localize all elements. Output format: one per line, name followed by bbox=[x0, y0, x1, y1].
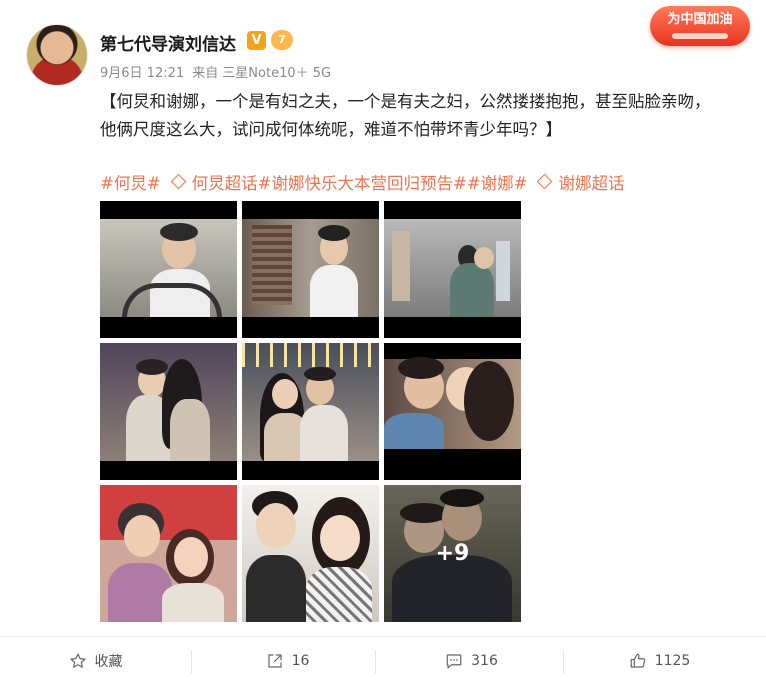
post-meta: 9月6日 12:21 来自 三星Note10＋ 5G bbox=[100, 62, 335, 81]
topic-tag[interactable]: #谢娜快乐大本营回归预告# bbox=[258, 174, 467, 193]
favorite-button[interactable]: 收藏 bbox=[0, 637, 191, 685]
topic-tag[interactable]: #何炅# bbox=[100, 174, 161, 193]
like-button[interactable]: 1125 bbox=[564, 637, 755, 685]
topic-tags: #何炅# 何炅超话#谢娜快乐大本营回归预告##谢娜# 谢娜超话 bbox=[100, 170, 636, 194]
promo-label: 为中国加油 bbox=[667, 12, 733, 27]
image-grid: +9 bbox=[100, 201, 522, 623]
post-text: 【何炅和谢娜，一个是有妇之夫，一个是有夫之妇，公然搂搂抱抱，甚至贴脸亲吻，他俩尺… bbox=[100, 92, 711, 139]
favorite-label: 收藏 bbox=[94, 654, 123, 670]
image-thumbnail[interactable] bbox=[384, 201, 521, 338]
action-bar: 收藏 16 316 1125 bbox=[0, 637, 766, 685]
image-thumbnail[interactable] bbox=[242, 201, 379, 338]
comment-icon bbox=[446, 654, 462, 669]
avatar[interactable] bbox=[26, 24, 88, 86]
image-thumbnail[interactable] bbox=[242, 343, 379, 480]
verified-badge: V bbox=[247, 31, 266, 50]
superchat-diamond-icon bbox=[170, 173, 186, 190]
star-icon bbox=[69, 653, 86, 668]
image-thumbnail[interactable] bbox=[100, 201, 237, 338]
post-date[interactable]: 9月6日 12:21 bbox=[100, 66, 184, 81]
comment-button[interactable]: 316 bbox=[376, 637, 567, 685]
image-thumbnail[interactable]: +9 bbox=[384, 485, 521, 622]
like-count: 1125 bbox=[654, 653, 691, 669]
like-icon bbox=[630, 653, 645, 668]
promo-badge[interactable]: 为中国加油 bbox=[650, 6, 750, 46]
repost-button[interactable]: 16 bbox=[192, 637, 383, 685]
more-images-overlay[interactable]: +9 bbox=[384, 485, 521, 622]
superchat-tag[interactable]: 谢娜超话 bbox=[558, 174, 624, 193]
superchat-tag[interactable]: 何炅超话 bbox=[192, 174, 258, 193]
repost-count: 16 bbox=[291, 653, 310, 669]
author-name[interactable]: 第七代导演刘信达 bbox=[100, 30, 236, 55]
image-thumbnail[interactable] bbox=[100, 343, 237, 480]
repost-icon bbox=[267, 654, 282, 668]
image-thumbnail[interactable] bbox=[100, 485, 237, 622]
topic-tag[interactable]: #谢娜# bbox=[467, 174, 528, 193]
image-thumbnail[interactable] bbox=[384, 343, 521, 480]
superchat-diamond-icon bbox=[537, 173, 553, 190]
source-prefix: 来自 bbox=[192, 66, 219, 81]
image-thumbnail[interactable] bbox=[242, 485, 379, 622]
device-source: 三星Note10＋ 5G bbox=[222, 66, 332, 81]
level-badge: 7 bbox=[271, 30, 293, 50]
comment-count: 316 bbox=[471, 653, 498, 669]
